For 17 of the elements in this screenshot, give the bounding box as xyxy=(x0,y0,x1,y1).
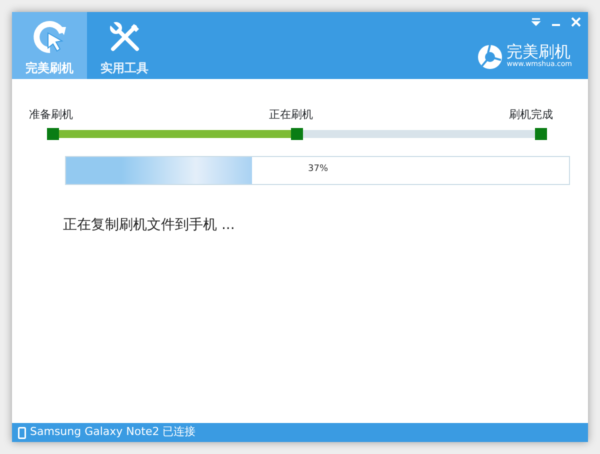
close-icon[interactable] xyxy=(570,16,582,28)
tab[interactable]: 实用工具 xyxy=(87,12,162,79)
refresh-cursor-icon xyxy=(32,18,68,54)
step-label: 刷机完成 xyxy=(509,107,553,123)
step-node xyxy=(47,128,59,140)
step-node xyxy=(291,128,303,140)
step-node xyxy=(535,128,547,140)
phone-icon xyxy=(18,426,26,438)
dropdown-icon[interactable] xyxy=(530,16,542,28)
tab[interactable]: 完美刷机 xyxy=(12,12,87,79)
step-label: 正在刷机 xyxy=(269,107,313,123)
step-label: 准备刷机 xyxy=(29,107,73,123)
status-message: 正在复制刷机文件到手机 ... xyxy=(63,216,236,234)
progress-percent: 37% xyxy=(308,162,328,176)
brand-name: 完美刷机 xyxy=(506,44,571,60)
logo-icon xyxy=(476,44,503,70)
device-status: Samsung Galaxy Note2 已连接 xyxy=(30,424,196,440)
